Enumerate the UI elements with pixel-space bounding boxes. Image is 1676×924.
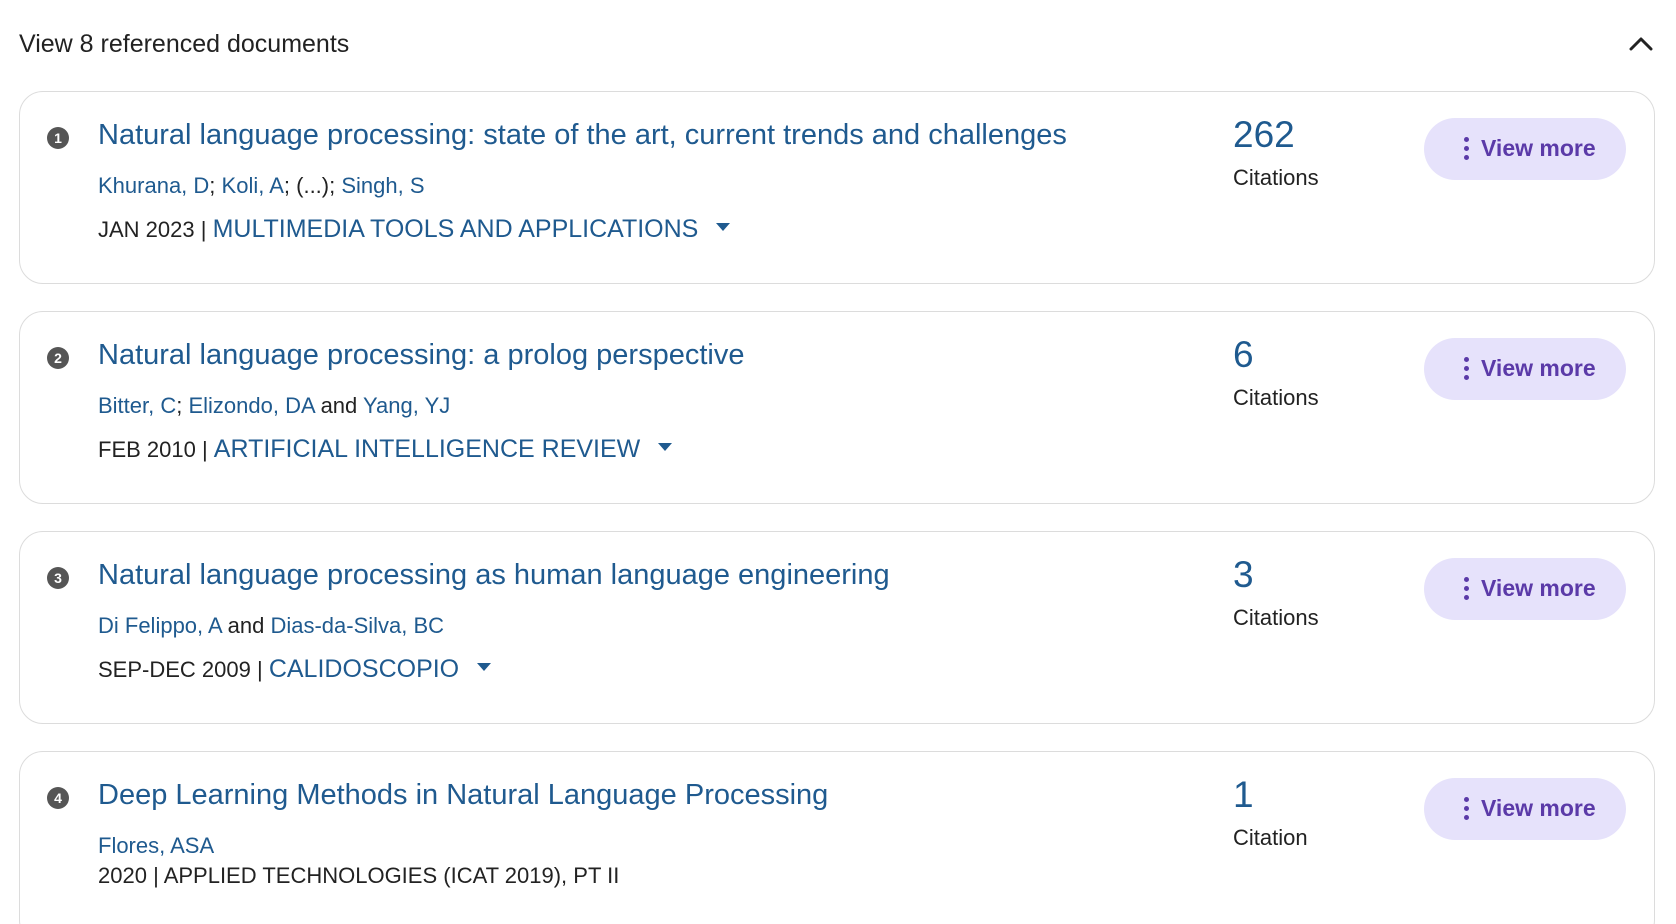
vertical-dots-icon — [1464, 797, 1470, 821]
document-title-link[interactable]: Deep Learning Methods in Natural Languag… — [98, 779, 828, 812]
author-link[interactable]: Yang, YJ — [363, 393, 450, 418]
citation-count[interactable]: 262 — [1233, 114, 1295, 156]
citation-count[interactable]: 6 — [1233, 334, 1254, 376]
journal-link[interactable]: CALIDOSCOPIO — [269, 655, 459, 683]
view-more-button[interactable]: View more — [1424, 558, 1626, 620]
document-publication-line: SEP-DEC 2009 | CALIDOSCOPIO — [98, 655, 492, 684]
view-more-label: View more — [1481, 575, 1596, 601]
document-card: 2 Natural language processing: a prolog … — [19, 311, 1655, 504]
citation-label: Citations — [1233, 605, 1319, 630]
document-publication-line: 2020 | APPLIED TECHNOLOGIES (ICAT 2019),… — [98, 863, 619, 889]
citation-label: Citations — [1233, 165, 1319, 190]
vertical-dots-icon — [1464, 137, 1470, 161]
citation-label: Citations — [1233, 385, 1319, 410]
document-card: 3 Natural language processing as human l… — [19, 531, 1655, 724]
author-link[interactable]: Elizondo, DA — [188, 393, 314, 418]
document-number-badge: 2 — [47, 347, 69, 369]
author-separator: ; — [209, 173, 222, 198]
publication-separator: | — [250, 657, 269, 682]
author-link[interactable]: Koli, A — [222, 173, 284, 198]
referenced-documents-panel: View 8 referenced documents 1 Natural la… — [0, 0, 1676, 924]
vertical-dots-icon — [1464, 577, 1470, 601]
caret-down-icon[interactable] — [477, 663, 492, 671]
author-link[interactable]: Khurana, D — [98, 173, 209, 198]
view-more-label: View more — [1481, 135, 1596, 161]
document-authors: Khurana, D; Koli, A; (...); Singh, S — [98, 173, 425, 199]
document-publication-line: FEB 2010 | ARTIFICIAL INTELLIGENCE REVIE… — [98, 435, 673, 464]
document-title-link[interactable]: Natural language processing: state of th… — [98, 119, 1067, 152]
author-separator: and — [221, 613, 271, 638]
view-more-label: View more — [1481, 795, 1596, 821]
publication-source: APPLIED TECHNOLOGIES (ICAT 2019), PT II — [163, 863, 620, 888]
document-publication-line: JAN 2023 | MULTIMEDIA TOOLS AND APPLICAT… — [98, 215, 731, 244]
references-header-title: View 8 referenced documents — [19, 30, 350, 58]
journal-link[interactable]: ARTIFICIAL INTELLIGENCE REVIEW — [214, 435, 640, 463]
document-title-link[interactable]: Natural language processing: a prolog pe… — [98, 339, 744, 372]
document-number-badge: 1 — [47, 127, 69, 149]
author-separator: and — [314, 393, 363, 418]
author-link[interactable]: Di Felippo, A — [98, 613, 222, 638]
publication-separator: | — [194, 217, 213, 242]
view-more-label: View more — [1481, 355, 1596, 381]
publication-separator: | — [146, 863, 164, 888]
references-header: View 8 referenced documents — [19, 24, 1657, 64]
publication-date: 2020 — [98, 863, 147, 888]
chevron-up-icon[interactable] — [1625, 28, 1657, 60]
view-more-button[interactable]: View more — [1424, 118, 1626, 180]
author-separator: ; — [176, 393, 189, 418]
publication-date: JAN 2023 — [98, 217, 195, 242]
citation-count[interactable]: 3 — [1233, 554, 1254, 596]
caret-down-icon[interactable] — [716, 223, 731, 231]
journal-link[interactable]: MULTIMEDIA TOOLS AND APPLICATIONS — [213, 215, 699, 243]
author-link[interactable]: Singh, S — [341, 173, 424, 198]
citation-label: Citation — [1233, 825, 1308, 850]
vertical-dots-icon — [1464, 357, 1470, 381]
publication-date: SEP-DEC 2009 — [98, 657, 251, 682]
view-more-button[interactable]: View more — [1424, 338, 1626, 400]
publication-date: FEB 2010 — [98, 437, 196, 462]
author-separator: ; (...); — [283, 173, 342, 198]
view-more-button[interactable]: View more — [1424, 778, 1626, 840]
document-number-badge: 4 — [47, 787, 69, 809]
document-number-badge: 3 — [47, 567, 69, 589]
author-link[interactable]: Bitter, C — [98, 393, 176, 418]
caret-down-icon[interactable] — [658, 443, 673, 451]
publication-separator: | — [195, 437, 214, 462]
author-link[interactable]: Flores, ASA — [98, 833, 214, 858]
document-title-link[interactable]: Natural language processing as human lan… — [98, 559, 890, 592]
document-card: 1 Natural language processing: state of … — [19, 91, 1655, 284]
document-card: 4 Deep Learning Methods in Natural Langu… — [19, 751, 1655, 924]
document-authors: Flores, ASA — [98, 833, 214, 859]
document-authors: Bitter, C; Elizondo, DA and Yang, YJ — [98, 393, 450, 419]
author-link[interactable]: Dias-da-Silva, BC — [270, 613, 444, 638]
citation-count[interactable]: 1 — [1233, 774, 1254, 816]
document-authors: Di Felippo, A and Dias-da-Silva, BC — [98, 613, 444, 639]
